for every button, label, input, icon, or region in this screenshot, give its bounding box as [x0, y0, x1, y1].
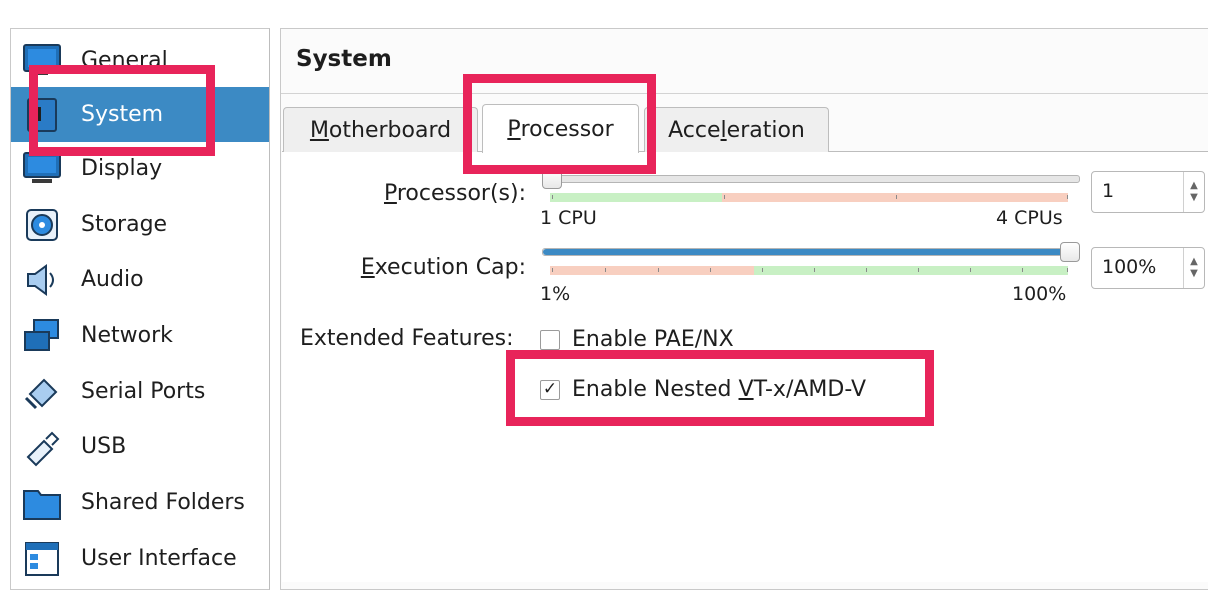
sidebar-item-serial-ports[interactable]: Serial Ports: [11, 364, 269, 419]
highlight-box-system: [29, 65, 215, 156]
slider-tick: [552, 268, 553, 272]
title-separator: [281, 93, 1208, 94]
slider-tick: [970, 268, 971, 272]
spinbox-arrows[interactable]: ▲ ▼: [1183, 172, 1204, 212]
sidebar-item-label: Display: [81, 156, 163, 181]
sidebar-item-label: Shared Folders: [81, 490, 245, 515]
spinbox-value: 1: [1102, 180, 1115, 202]
sidebar-item-label: Audio: [81, 267, 144, 292]
slider-handle[interactable]: [1060, 242, 1080, 262]
spinbox-value: 100%: [1102, 256, 1157, 278]
folder-icon: [22, 483, 62, 523]
sidebar-item-label: Serial Ports: [81, 379, 206, 404]
sidebar-item-label: User Interface: [81, 546, 237, 571]
tab-mnemonic: M: [309, 117, 329, 143]
processor-count-spinbox[interactable]: 1 ▲ ▼: [1091, 171, 1205, 213]
speaker-icon: [22, 260, 62, 300]
sidebar-item-shared-folders[interactable]: Shared Folders: [11, 475, 269, 530]
label-mnemonic: E: [360, 255, 375, 280]
extended-features-label: Extended Features:: [300, 326, 514, 351]
tab-label-rest: eration: [726, 117, 805, 143]
arrow-down-icon[interactable]: ▼: [1190, 268, 1198, 280]
arrow-up-icon[interactable]: ▲: [1190, 256, 1198, 268]
execution-cap-slider[interactable]: [540, 241, 1080, 281]
slider-tick: [1067, 195, 1068, 199]
slider-fill: [543, 249, 1069, 255]
slider-tick: [710, 268, 711, 272]
spinbox-arrows[interactable]: ▲ ▼: [1183, 248, 1204, 288]
slider-tick: [605, 268, 606, 272]
sidebar-item-user-interface[interactable]: User Interface: [11, 531, 269, 586]
checkbox-box[interactable]: [540, 329, 560, 350]
storage-icon: [22, 205, 62, 245]
sidebar-item-label: Network: [81, 323, 173, 348]
processor-min-label: 1 CPU: [540, 207, 597, 229]
sidebar-item-usb[interactable]: USB: [11, 419, 269, 474]
sidebar-item-audio[interactable]: Audio: [11, 252, 269, 307]
slider-tick: [1067, 268, 1068, 272]
tab-label-rest: otherboard: [328, 117, 452, 143]
sidebar-item-network[interactable]: Network: [11, 308, 269, 363]
label-rest: xecution Cap:: [374, 255, 526, 280]
sidebar-item-storage[interactable]: Storage: [11, 197, 269, 252]
slider-tick: [724, 195, 725, 199]
checkbox-label: Enable PAE/NX: [572, 327, 734, 352]
slider-tick: [762, 268, 763, 272]
highlight-box-processor-tab: [463, 74, 656, 174]
label-mnemonic: P: [383, 181, 397, 206]
range-good-band: [550, 193, 722, 202]
usb-icon: [22, 427, 62, 467]
serial-port-icon: [22, 372, 62, 412]
slider-tick: [918, 268, 919, 272]
execution-cap-max-label: 100%: [1012, 283, 1067, 305]
processor-count-slider[interactable]: [540, 168, 1080, 208]
slider-tick: [552, 195, 553, 199]
range-good-band: [754, 266, 1068, 275]
tab-label-pre: Acce: [668, 117, 721, 143]
processor-count-label: Processor(s):: [366, 181, 526, 206]
tab-acceleration[interactable]: Acce l eration: [644, 107, 829, 152]
arrow-up-icon[interactable]: ▲: [1190, 180, 1198, 192]
slider-tick: [896, 195, 897, 199]
sidebar-item-label: USB: [81, 434, 127, 459]
execution-cap-spinbox[interactable]: 100% ▲ ▼: [1091, 247, 1205, 289]
slider-tick: [814, 268, 815, 272]
slider-tick: [1022, 268, 1023, 272]
slider-tick: [658, 268, 659, 272]
arrow-down-icon[interactable]: ▼: [1190, 192, 1198, 204]
enable-pae-nx-checkbox[interactable]: Enable PAE/NX: [540, 327, 734, 352]
page-title: System: [296, 46, 392, 72]
range-warn-band: [550, 266, 754, 275]
range-warn-band: [722, 193, 1068, 202]
user-interface-icon: [22, 539, 62, 579]
processor-max-label: 4 CPUs: [996, 207, 1063, 229]
network-icon: [22, 316, 62, 356]
tab-motherboard[interactable]: Motherboard: [283, 107, 478, 152]
slider-groove: [542, 175, 1080, 183]
sidebar-item-label: Storage: [81, 212, 168, 237]
execution-cap-min-label: 1%: [540, 283, 571, 305]
label-rest: rocessor(s):: [396, 181, 526, 206]
highlight-box-nested-vtx: [506, 350, 934, 426]
slider-tick: [866, 268, 867, 272]
execution-cap-label: Execution Cap:: [336, 255, 526, 280]
